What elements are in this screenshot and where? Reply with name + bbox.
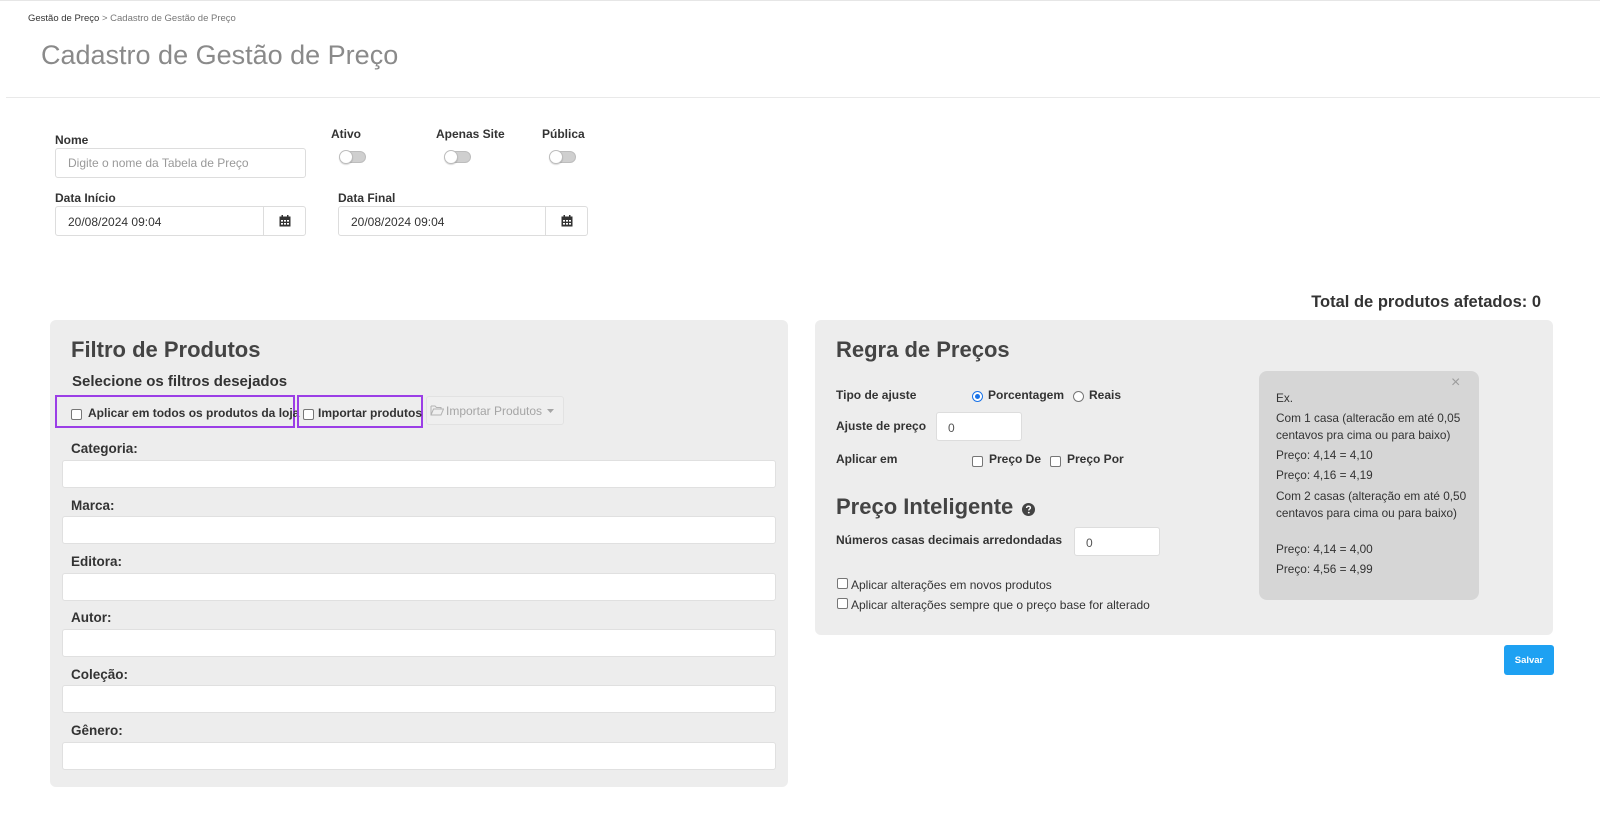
importar-produtos-checkbox[interactable]: [303, 409, 314, 420]
ativo-label: Ativo: [331, 127, 361, 141]
publica-toggle[interactable]: [549, 150, 576, 164]
apenas-site-label: Apenas Site: [436, 127, 505, 141]
colecao-input[interactable]: [62, 685, 776, 713]
preco-base-checkbox[interactable]: [837, 598, 848, 609]
preco-inteligente-title: Preço Inteligente: [836, 494, 1036, 520]
toggle-knob: [339, 150, 353, 164]
info-line: Ex.: [1276, 391, 1294, 405]
folder-open-icon: [430, 405, 444, 416]
preco-base-label[interactable]: Aplicar alterações sempre que o preço ba…: [851, 598, 1150, 612]
data-final-field[interactable]: 20/08/2024 09:04: [338, 206, 588, 236]
porcentagem-radio[interactable]: [972, 391, 983, 402]
autor-label: Autor:: [71, 610, 112, 625]
categoria-input[interactable]: [62, 460, 776, 488]
categoria-label: Categoria:: [71, 441, 138, 456]
top-rule: [0, 0, 1600, 3]
info-line: Com 1 casa (alteracão em até 0,05 centav…: [1276, 411, 1461, 442]
preco-de-checkbox[interactable]: [972, 456, 983, 467]
novos-produtos-checkbox[interactable]: [837, 578, 848, 589]
data-inicio-calendar-button[interactable]: [263, 207, 305, 235]
toggle-knob: [549, 150, 563, 164]
autor-input[interactable]: [62, 629, 776, 657]
aplicar-todos-label: Aplicar em todos os produtos da loja: [88, 406, 300, 420]
info-line: Preço: 4,16 = 4,19: [1276, 468, 1373, 482]
nome-input[interactable]: [55, 148, 306, 178]
genero-label: Gênero:: [71, 723, 123, 738]
preco-por-label[interactable]: Preço Por: [1067, 452, 1124, 466]
preco-de-label[interactable]: Preço De: [989, 452, 1041, 466]
importar-produtos-button[interactable]: Importar Produtos: [426, 396, 564, 425]
data-inicio-value[interactable]: 20/08/2024 09:04: [68, 215, 161, 229]
data-inicio-label: Data Início: [55, 191, 116, 205]
aplicar-todos-option[interactable]: Aplicar em todos os produtos da loja: [55, 395, 299, 428]
total-produtos-afetados: Total de produtos afetados: 0: [1311, 293, 1541, 311]
data-final-value[interactable]: 20/08/2024 09:04: [351, 215, 444, 229]
info-box: × Ex. Com 1 casa (alteracão em até 0,05 …: [1259, 371, 1479, 600]
apenas-site-toggle[interactable]: [444, 150, 471, 164]
data-final-label: Data Final: [338, 191, 396, 205]
publica-label: Pública: [542, 127, 585, 141]
filtro-panel: Filtro de Produtos Selecione os filtros …: [50, 320, 788, 787]
ajuste-preco-value[interactable]: 0: [948, 421, 955, 435]
marca-input[interactable]: [62, 516, 776, 544]
ajuste-preco-label: Ajuste de preço: [836, 419, 927, 433]
casas-decimais-input[interactable]: 0: [1074, 527, 1160, 556]
editora-input[interactable]: [62, 573, 776, 601]
aplicar-em-label: Aplicar em: [836, 452, 898, 466]
preco-por-checkbox[interactable]: [1050, 456, 1061, 467]
tipo-ajuste-label: Tipo de ajuste: [836, 388, 917, 402]
casas-decimais-label: Números casas decimais arredondadas: [836, 533, 1063, 547]
importar-produtos-option[interactable]: Importar produtos: [297, 395, 423, 428]
breadcrumb-current: Cadastro de Gestão de Preço: [110, 13, 236, 24]
marca-label: Marca:: [71, 498, 115, 513]
nome-label: Nome: [55, 133, 89, 147]
colecao-label: Coleção:: [71, 667, 129, 682]
aplicar-todos-checkbox[interactable]: [71, 409, 82, 420]
header-divider: [6, 97, 1600, 98]
reais-radio[interactable]: [1073, 391, 1084, 402]
save-button[interactable]: Salvar: [1504, 645, 1554, 675]
ajuste-preco-input[interactable]: 0: [936, 412, 1022, 441]
regra-title: Regra de Preços: [836, 337, 1010, 362]
breadcrumb: Gestão de Preço > Cadastro de Gestão de …: [28, 13, 236, 24]
filtro-subtitle: Selecione os filtros desejados: [72, 373, 288, 390]
toggle-knob: [444, 150, 458, 164]
info-line: Com 2 casas (alteração em até 0,50 centa…: [1276, 489, 1467, 520]
importar-produtos-button-label: Importar Produtos: [446, 404, 543, 418]
porcentagem-label[interactable]: Porcentagem: [988, 388, 1064, 402]
calendar-icon: [561, 215, 572, 227]
info-line: Preço: 4,14 = 4,00: [1276, 542, 1373, 556]
data-inicio-field[interactable]: 20/08/2024 09:04: [55, 206, 306, 236]
calendar-icon: [279, 215, 290, 227]
page-title: Cadastro de Gestão de Preço: [41, 40, 399, 70]
genero-input[interactable]: [62, 742, 776, 770]
caret-down-icon: [547, 409, 554, 413]
preco-inteligente-text: Preço Inteligente: [836, 494, 1014, 519]
breadcrumb-parent[interactable]: Gestão de Preço: [28, 13, 99, 24]
novos-produtos-label[interactable]: Aplicar alterações em novos produtos: [851, 578, 1052, 592]
casas-decimais-value[interactable]: 0: [1086, 536, 1093, 550]
info-line: Preço: 4,56 = 4,99: [1276, 562, 1373, 576]
ativo-toggle[interactable]: [339, 150, 366, 164]
regra-panel: Regra de Preços Tipo de ajuste Porcentag…: [815, 320, 1553, 635]
question-circle-icon[interactable]: [1022, 503, 1036, 516]
data-final-calendar-button[interactable]: [545, 207, 587, 235]
breadcrumb-separator: >: [101, 13, 108, 24]
reais-label[interactable]: Reais: [1089, 388, 1121, 402]
info-line: Preço: 4,14 = 4,10: [1276, 448, 1373, 462]
editora-label: Editora:: [71, 554, 123, 569]
importar-produtos-label: Importar produtos: [318, 406, 422, 420]
filtro-title: Filtro de Produtos: [71, 337, 261, 362]
